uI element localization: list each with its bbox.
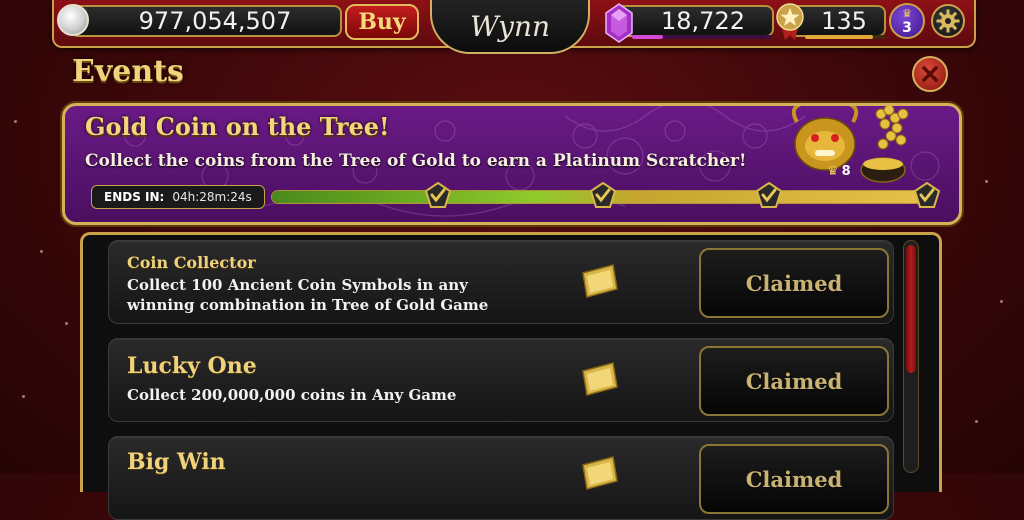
- claimed-button[interactable]: Claimed: [699, 444, 889, 514]
- task-title: Lucky One: [127, 353, 257, 379]
- sparkle: [65, 322, 68, 325]
- gem-progress-fill: [632, 35, 663, 39]
- purple-gem-icon: [605, 3, 633, 43]
- claimed-button[interactable]: Claimed: [699, 346, 889, 416]
- scrollbar-thumb[interactable]: [906, 245, 916, 373]
- coin-balance: 977,054,507: [70, 5, 342, 37]
- gear-icon: [936, 9, 960, 33]
- events-title: Events: [72, 54, 184, 89]
- banner-title: Gold Coin on the Tree!: [85, 112, 390, 141]
- coin-balance-value: 977,054,507: [138, 7, 292, 35]
- task-description-line: Collect 200,000,000 coins in Any Game: [127, 386, 457, 404]
- vip-tier-value: 3: [902, 20, 912, 36]
- task-item: Coin Collector Collect 100 Ancient Coin …: [108, 240, 894, 324]
- golden-ticket-icon: [582, 264, 618, 298]
- sparkle: [22, 395, 25, 398]
- crown-icon: ♛: [827, 164, 839, 179]
- task-description: Collect 100 Ancient Coin Symbols in any …: [127, 275, 488, 315]
- checkpoint-icon: [755, 182, 782, 208]
- gem-progress-bar: [632, 35, 772, 39]
- close-icon: [922, 66, 938, 82]
- level-progress-bar: [805, 35, 885, 39]
- golden-ticket-icon: [582, 362, 618, 396]
- logo-text: Wynn: [469, 9, 551, 43]
- checkpoint-icon: [424, 182, 451, 208]
- event-progress-bar: [271, 182, 941, 208]
- checkpoint-icon: [914, 182, 941, 208]
- vip-badge[interactable]: ♛ 3: [889, 3, 925, 39]
- claimed-button[interactable]: Claimed: [699, 248, 889, 318]
- wynn-logo: Wynn: [430, 0, 590, 54]
- sparkle: [40, 250, 43, 253]
- event-banner: Gold Coin on the Tree! Collect the coins…: [62, 103, 962, 225]
- countdown-timer: ENDS IN: 04h:28m:24s: [91, 185, 265, 209]
- task-item: Lucky One Collect 200,000,000 coins in A…: [108, 338, 894, 422]
- sparkle: [975, 420, 978, 423]
- level-value: 135: [821, 7, 867, 35]
- task-title: Big Win: [127, 449, 226, 475]
- banner-description: Collect the coins from the Tree of Gold …: [85, 151, 747, 171]
- sparkle: [14, 120, 17, 123]
- silver-coin-icon: [57, 4, 89, 36]
- task-item: Big Win Claimed: [108, 436, 894, 520]
- level-progress-fill: [805, 35, 873, 39]
- reward-count: ♛ 8: [827, 164, 851, 179]
- task-title: Coin Collector: [127, 253, 256, 272]
- gem-balance-value: 18,722: [661, 7, 745, 35]
- buy-button[interactable]: Buy: [345, 4, 419, 40]
- sparkle: [985, 180, 988, 183]
- golden-ticket-icon: [582, 456, 618, 490]
- gem-balance: 18,722: [612, 5, 774, 37]
- ends-in-label: ENDS IN:: [104, 190, 165, 204]
- task-description: Collect 200,000,000 coins in Any Game: [127, 385, 456, 405]
- task-description-line: Collect 100 Ancient Coin Symbols in any: [127, 276, 468, 294]
- reward-count-value: 8: [841, 164, 851, 179]
- checkpoint-icon: [590, 182, 616, 208]
- close-button[interactable]: [912, 56, 948, 92]
- task-description-line: winning combination in Tree of Gold Game: [127, 296, 489, 314]
- star-level-icon: [776, 3, 804, 40]
- scrollbar[interactable]: [903, 240, 919, 473]
- settings-button[interactable]: [931, 4, 965, 38]
- ends-in-value: 04h:28m:24s: [172, 190, 252, 204]
- sparkle: [1000, 300, 1003, 303]
- crown-icon: ♛: [902, 7, 912, 20]
